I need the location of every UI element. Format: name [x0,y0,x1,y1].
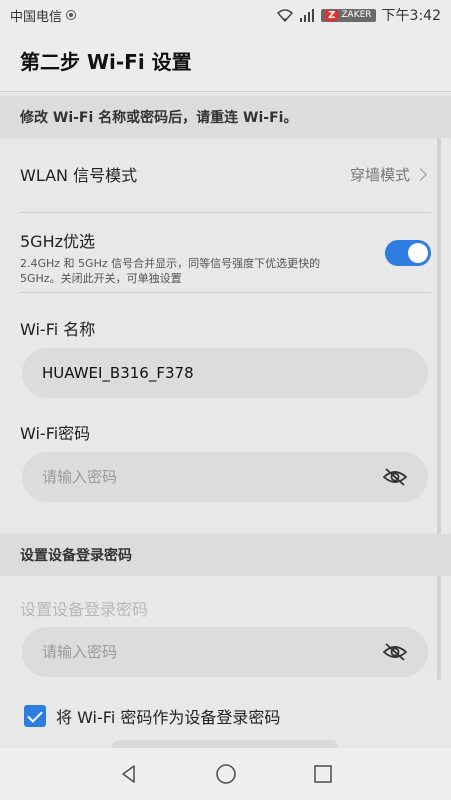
wifi-password-input[interactable] [42,468,382,486]
clock: 下午3:42 [381,8,441,24]
wifi-section-header: 修改 Wi-Fi 名称或密码后，请重连 Wi-Fi。 [0,96,451,138]
status-bar: 中国电信 Z ZAKER 下午3:42 [0,0,451,30]
back-triangle-icon [121,765,135,783]
eye-off-icon[interactable] [382,467,408,487]
chevron-right-icon [414,167,427,181]
scrollbar[interactable] [437,104,441,680]
same-as-wifi-checkbox[interactable] [24,705,46,727]
login-section-header: 设置设备登录密码 [0,534,451,576]
wifi-name-label: Wi-Fi 名称 [20,320,96,339]
band-pref-title: 5GHz优选 [20,232,96,251]
signal-mode-value-group: 穿墙模式 [350,164,431,185]
signal-mode-row[interactable]: WLAN 信号模式 穿墙模式 [20,152,431,196]
signal-mode-label: WLAN 信号模式 [20,166,138,185]
home-circle-icon [215,764,236,784]
divider [20,292,431,293]
status-icons: Z ZAKER 下午3:42 [277,5,441,25]
signal-mode-value: 穿墙模式 [349,165,410,184]
recents-nav-button[interactable] [308,759,338,789]
carrier-info: 中国电信 [10,6,77,25]
zaker-watermark: Z ZAKER [321,8,376,22]
same-as-wifi-row[interactable]: 将 Wi-Fi 密码作为设备登录密码 [24,704,280,728]
band-pref-toggle[interactable] [385,240,431,266]
wifi-signal-icon [277,8,294,22]
system-nav-bar [0,748,451,800]
band-pref-row: 5GHz优选 2.4GHz 和 5GHz 信号合并显示，同等信号强度下优选更快的… [20,228,431,286]
login-password-label: 设置设备登录密码 [20,600,149,619]
back-nav-button[interactable] [114,759,144,789]
wifi-password-label: Wi-Fi密码 [20,424,91,443]
login-password-input[interactable] [42,643,382,661]
wifi-password-field-wrap [22,452,428,502]
eye-off-icon[interactable] [382,642,408,662]
band-pref-description: 2.4GHz 和 5GHz 信号合并显示，同等信号强度下优选更快的 5GHz。关… [20,257,321,285]
carrier-name: 中国电信 [10,9,63,25]
divider [20,212,431,213]
page-title: 第二步 Wi-Fi 设置 [0,30,451,92]
login-password-field-wrap [22,627,428,677]
toggle-knob [408,243,428,263]
wifi-name-input[interactable] [42,364,408,382]
recents-square-icon [313,765,332,783]
wifi-name-field-wrap [22,348,428,398]
nfc-icon [66,10,77,20]
cellular-signal-icon [300,8,315,22]
home-nav-button[interactable] [211,759,241,789]
same-as-wifi-label: 将 Wi-Fi 密码作为设备登录密码 [56,708,281,727]
